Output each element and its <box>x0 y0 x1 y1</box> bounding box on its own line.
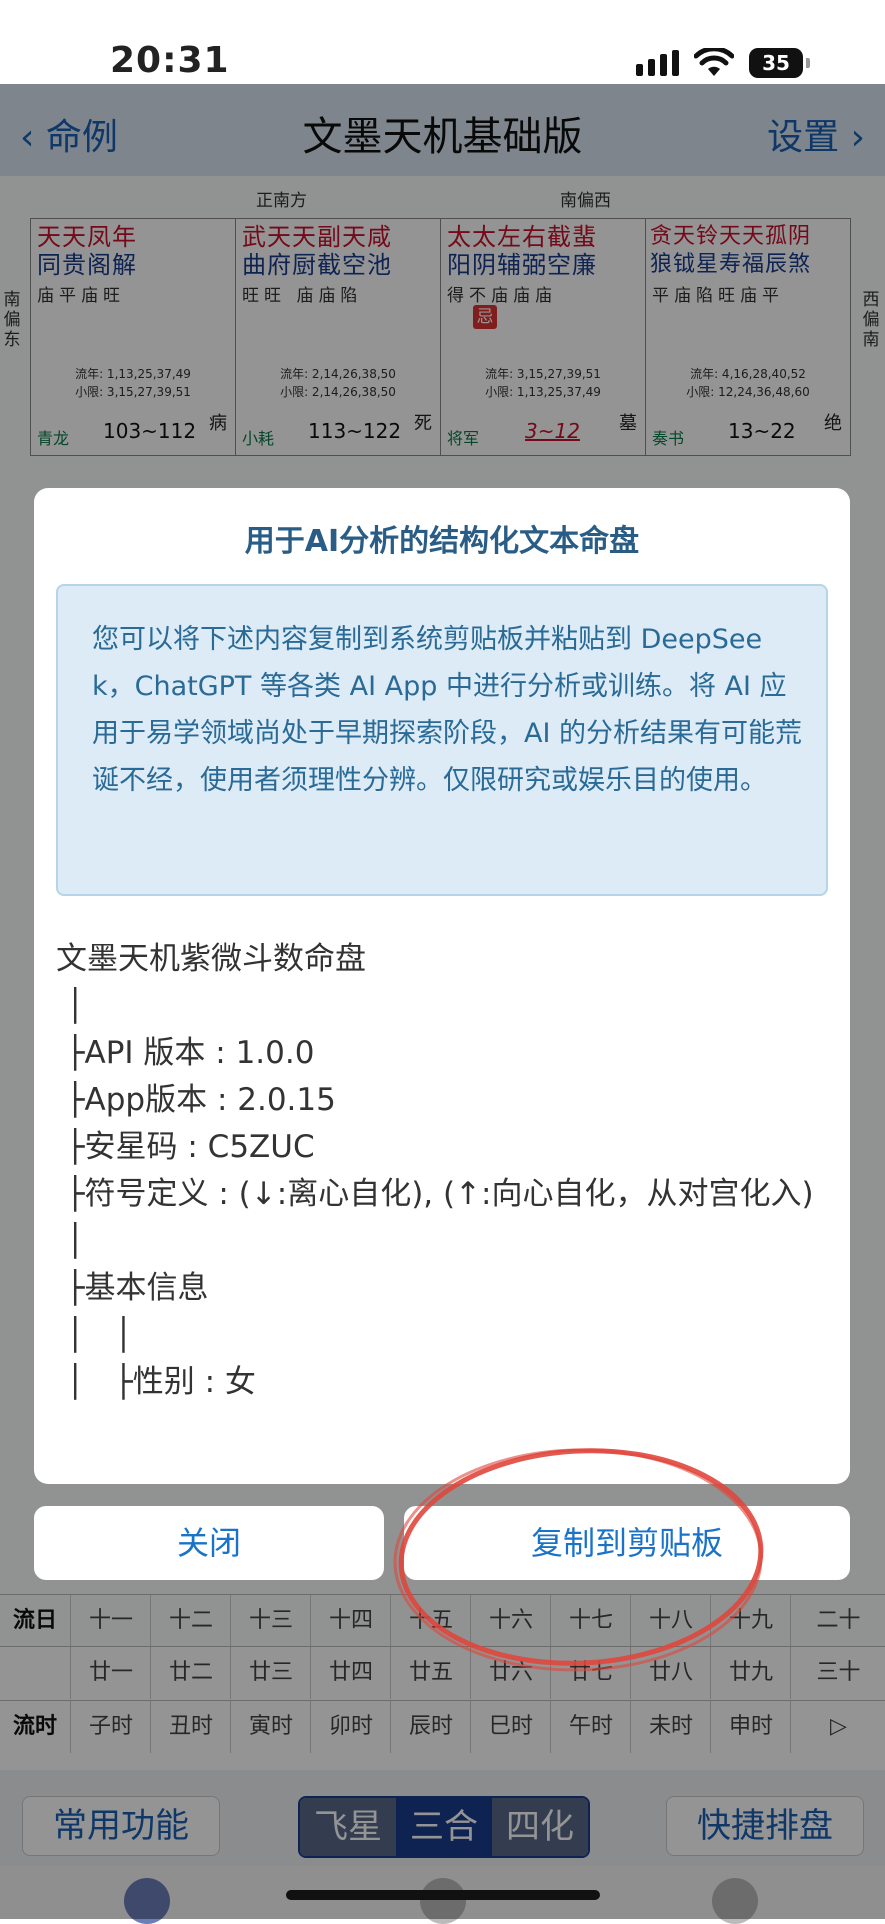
notice-box: 您可以将下述内容复制到系统剪贴板并粘贴到 DeepSeek，ChatGPT 等各… <box>56 584 828 896</box>
wifi-icon <box>694 48 734 76</box>
notice-text: 您可以将下述内容复制到系统剪贴板并粘贴到 DeepSeek，ChatGPT 等各… <box>92 624 803 796</box>
close-button[interactable]: 关闭 <box>34 1506 384 1580</box>
dialog-title: 用于AI分析的结构化文本命盘 <box>244 524 640 559</box>
battery-icon: 35 <box>749 48 803 78</box>
status-time: 20:31 <box>110 40 230 81</box>
ai-text-chart-dialog: 用于AI分析的结构化文本命盘 您可以将下述内容复制到系统剪贴板并粘贴到 Deep… <box>34 488 850 1484</box>
annotation-circle <box>393 1448 764 1672</box>
cellular-signal-icon <box>636 50 679 76</box>
home-indicator <box>286 1890 600 1900</box>
battery-tip <box>806 58 810 68</box>
structured-chart-text[interactable]: 文墨天机紫微斗数命盘 │ ├API 版本 : 1.0.0 ├App版本 : 2.… <box>56 936 836 1406</box>
